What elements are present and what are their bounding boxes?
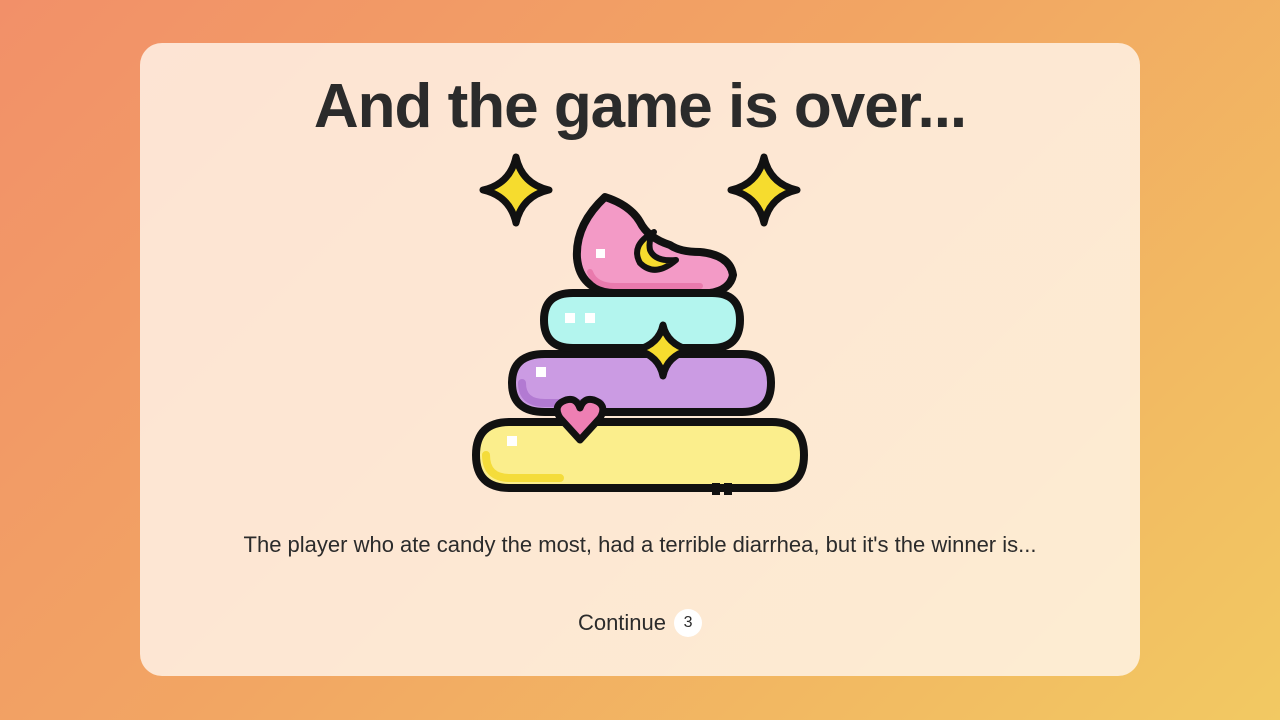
countdown-badge: 3 [674, 609, 703, 637]
continue-label: Continue [577, 610, 667, 635]
continue-button[interactable]: Continue 3 [560, 604, 720, 642]
sparkle-right-icon [727, 153, 801, 227]
game-over-title: And the game is over... [313, 72, 967, 141]
poop-layer-pink [572, 193, 737, 297]
winner-message: The player who ate candy the most, had a… [243, 532, 1037, 557]
rainbow-poop-icon [471, 153, 809, 495]
sparkle-left-icon [479, 153, 553, 227]
